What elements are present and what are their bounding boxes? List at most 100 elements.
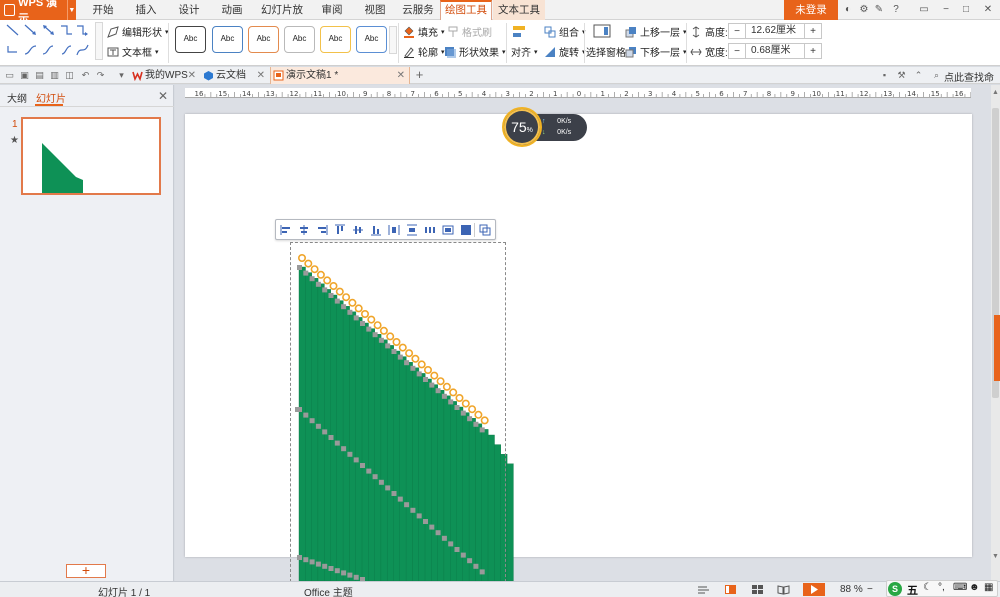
notes-toggle-icon[interactable]	[697, 584, 710, 595]
shape-style-2[interactable]: Abc	[212, 26, 243, 53]
ime-keyboard-icon[interactable]: ⌨	[953, 582, 967, 593]
align-top-icon[interactable]	[334, 224, 346, 236]
slide-workspace[interactable]: 16 15 14 13 12 11 10 9 8 7 6 5 4 3 2 1 0 1 2 3 4 5 6 7 8 9 10 11 12 1…	[175, 85, 1000, 581]
doctab-my-wps[interactable]: 我的WPS ✕	[130, 67, 200, 84]
format-painter-button[interactable]: 格式刷	[447, 24, 492, 39]
shape-style-1[interactable]: Abc	[175, 26, 206, 53]
selection-pane-label[interactable]: 选择窗格	[586, 44, 626, 59]
close-tab-icon[interactable]: ✕	[397, 67, 405, 84]
text-box-button[interactable]: 文本框 ▾	[107, 44, 159, 59]
tab-design[interactable]: 设计	[170, 0, 208, 20]
shape-style-3[interactable]: Abc	[248, 26, 279, 53]
height-stepper[interactable]: − 12.62厘米 +	[728, 23, 822, 39]
vertical-scrollbar[interactable]: ▲ ▼	[991, 85, 1000, 581]
align-bottom-icon[interactable]	[370, 224, 382, 236]
height-decrease-button[interactable]: −	[729, 26, 745, 37]
app-menu-dropdown-icon[interactable]: ▼	[66, 0, 76, 20]
arrow-line-icon[interactable]	[24, 24, 37, 36]
reading-view-icon[interactable]	[777, 584, 790, 595]
send-backward-button[interactable]: 下移一层 ▾	[625, 44, 687, 59]
close-icon[interactable]: ✕	[982, 4, 994, 16]
scroll-down-icon[interactable]: ▼	[992, 553, 999, 560]
new-tab-icon[interactable]: +	[414, 68, 425, 81]
tab-drawing-tools[interactable]: 绘图工具	[440, 0, 492, 20]
ime-moon-icon[interactable]: ☾	[923, 582, 932, 593]
tab-outline[interactable]: 大纲	[7, 90, 27, 105]
width-input[interactable]: 0.68厘米	[745, 44, 805, 58]
elbow-double-arrow-icon[interactable]	[6, 44, 19, 56]
ime-menu-icon[interactable]: ▦	[984, 582, 993, 593]
tab-insert[interactable]: 插入	[127, 0, 165, 20]
ime-user-icon[interactable]: ☻	[969, 582, 980, 593]
search-icon[interactable]: ⌕	[931, 70, 942, 81]
network-speed-widget[interactable]: 75% ↑ 0K/s ↓ 0K/s	[502, 107, 590, 147]
export-pdf-icon[interactable]: ▤	[34, 70, 45, 81]
bring-forward-button[interactable]: 上移一层 ▾	[625, 24, 687, 39]
save-icon[interactable]: ▣	[19, 70, 30, 81]
settings-icon[interactable]: ⚙	[858, 4, 870, 16]
tab-animation[interactable]: 动画	[213, 0, 251, 20]
line-icon[interactable]	[6, 24, 19, 36]
shape-style-5[interactable]: Abc	[320, 26, 351, 53]
more-options-icon[interactable]	[479, 224, 491, 236]
scroll-up-icon[interactable]: ▲	[992, 89, 999, 96]
doctab-cloud-docs[interactable]: 云文档 ✕	[201, 67, 269, 84]
equal-height-icon[interactable]	[442, 224, 454, 236]
doctab-presentation-1[interactable]: 演示文稿1 * ✕	[270, 67, 410, 84]
tab-home[interactable]: 开始	[84, 0, 122, 20]
elbow-arrow-connector-icon[interactable]	[76, 24, 89, 36]
login-button[interactable]: 未登录	[784, 0, 838, 20]
help-icon[interactable]: ?	[890, 4, 902, 16]
undo-icon[interactable]: ↶	[80, 70, 91, 81]
shape-gallery-scroll[interactable]	[95, 22, 103, 60]
selection-pane-button[interactable]	[593, 24, 611, 38]
skin-icon[interactable]: ◐	[842, 4, 854, 16]
align-button[interactable]	[511, 24, 527, 40]
tab-slideshow[interactable]: 幻灯片放映	[256, 0, 308, 36]
align-left-icon[interactable]	[280, 224, 292, 236]
close-panel-icon[interactable]: ✕	[158, 89, 168, 103]
tab-slides[interactable]: 幻灯片	[36, 90, 66, 105]
quick-access-dropdown-icon[interactable]: ▾	[116, 70, 127, 81]
tab-text-tools[interactable]: 文本工具	[493, 0, 545, 20]
width-stepper[interactable]: − 0.68厘米 +	[728, 43, 822, 59]
style-gallery-scroll[interactable]	[389, 26, 397, 54]
normal-view-icon[interactable]	[724, 584, 737, 595]
print-icon[interactable]: ▥	[49, 70, 60, 81]
height-input[interactable]: 12.62厘米	[745, 24, 805, 38]
fill-slide-icon[interactable]	[460, 224, 472, 236]
height-increase-button[interactable]: +	[805, 26, 821, 37]
freeform-line-icon[interactable]	[76, 44, 89, 56]
distribute-vertical-icon[interactable]	[406, 224, 418, 236]
slideshow-play-button[interactable]	[803, 583, 825, 596]
zoom-level[interactable]: 88 %	[840, 584, 863, 595]
tab-view[interactable]: 视图	[356, 0, 394, 20]
edit-shape-button[interactable]: 编辑形状 ▾	[107, 24, 169, 39]
panel-toggle-handle[interactable]	[994, 315, 1000, 381]
tab-cloud[interactable]: 云服务	[397, 0, 439, 20]
outline-button[interactable]: 轮廓 ▾	[403, 44, 445, 59]
curved-arrow-connector-icon[interactable]	[42, 44, 55, 56]
slide-sorter-icon[interactable]	[751, 584, 764, 595]
ime-mode[interactable]: 五	[907, 582, 918, 597]
align-middle-icon[interactable]	[352, 224, 364, 236]
ime-punctuation-icon[interactable]: °,	[938, 582, 945, 593]
zoom-out-button[interactable]: −	[867, 584, 873, 595]
width-decrease-button[interactable]: −	[729, 46, 745, 57]
bar-shape[interactable]	[506, 463, 514, 581]
close-tab-icon[interactable]: ✕	[188, 67, 196, 84]
maximize-icon[interactable]: □	[960, 4, 972, 16]
distribute-horizontal-icon[interactable]	[388, 224, 400, 236]
redo-icon[interactable]: ↷	[95, 70, 106, 81]
fill-button[interactable]: 填充 ▾	[403, 24, 445, 39]
width-increase-button[interactable]: +	[805, 46, 821, 57]
align-center-icon[interactable]	[298, 224, 310, 236]
feedback-icon[interactable]: ✎	[873, 4, 885, 16]
group-button[interactable]: 组合▾	[544, 24, 586, 39]
add-slide-button[interactable]: +	[66, 563, 106, 578]
curved-connector-icon[interactable]	[24, 44, 37, 56]
close-tab-icon[interactable]: ✕	[257, 67, 265, 84]
slide-thumbnail-1[interactable]	[21, 117, 161, 195]
tab-review[interactable]: 审阅	[313, 0, 351, 20]
curved-double-arrow-icon[interactable]	[60, 44, 73, 56]
